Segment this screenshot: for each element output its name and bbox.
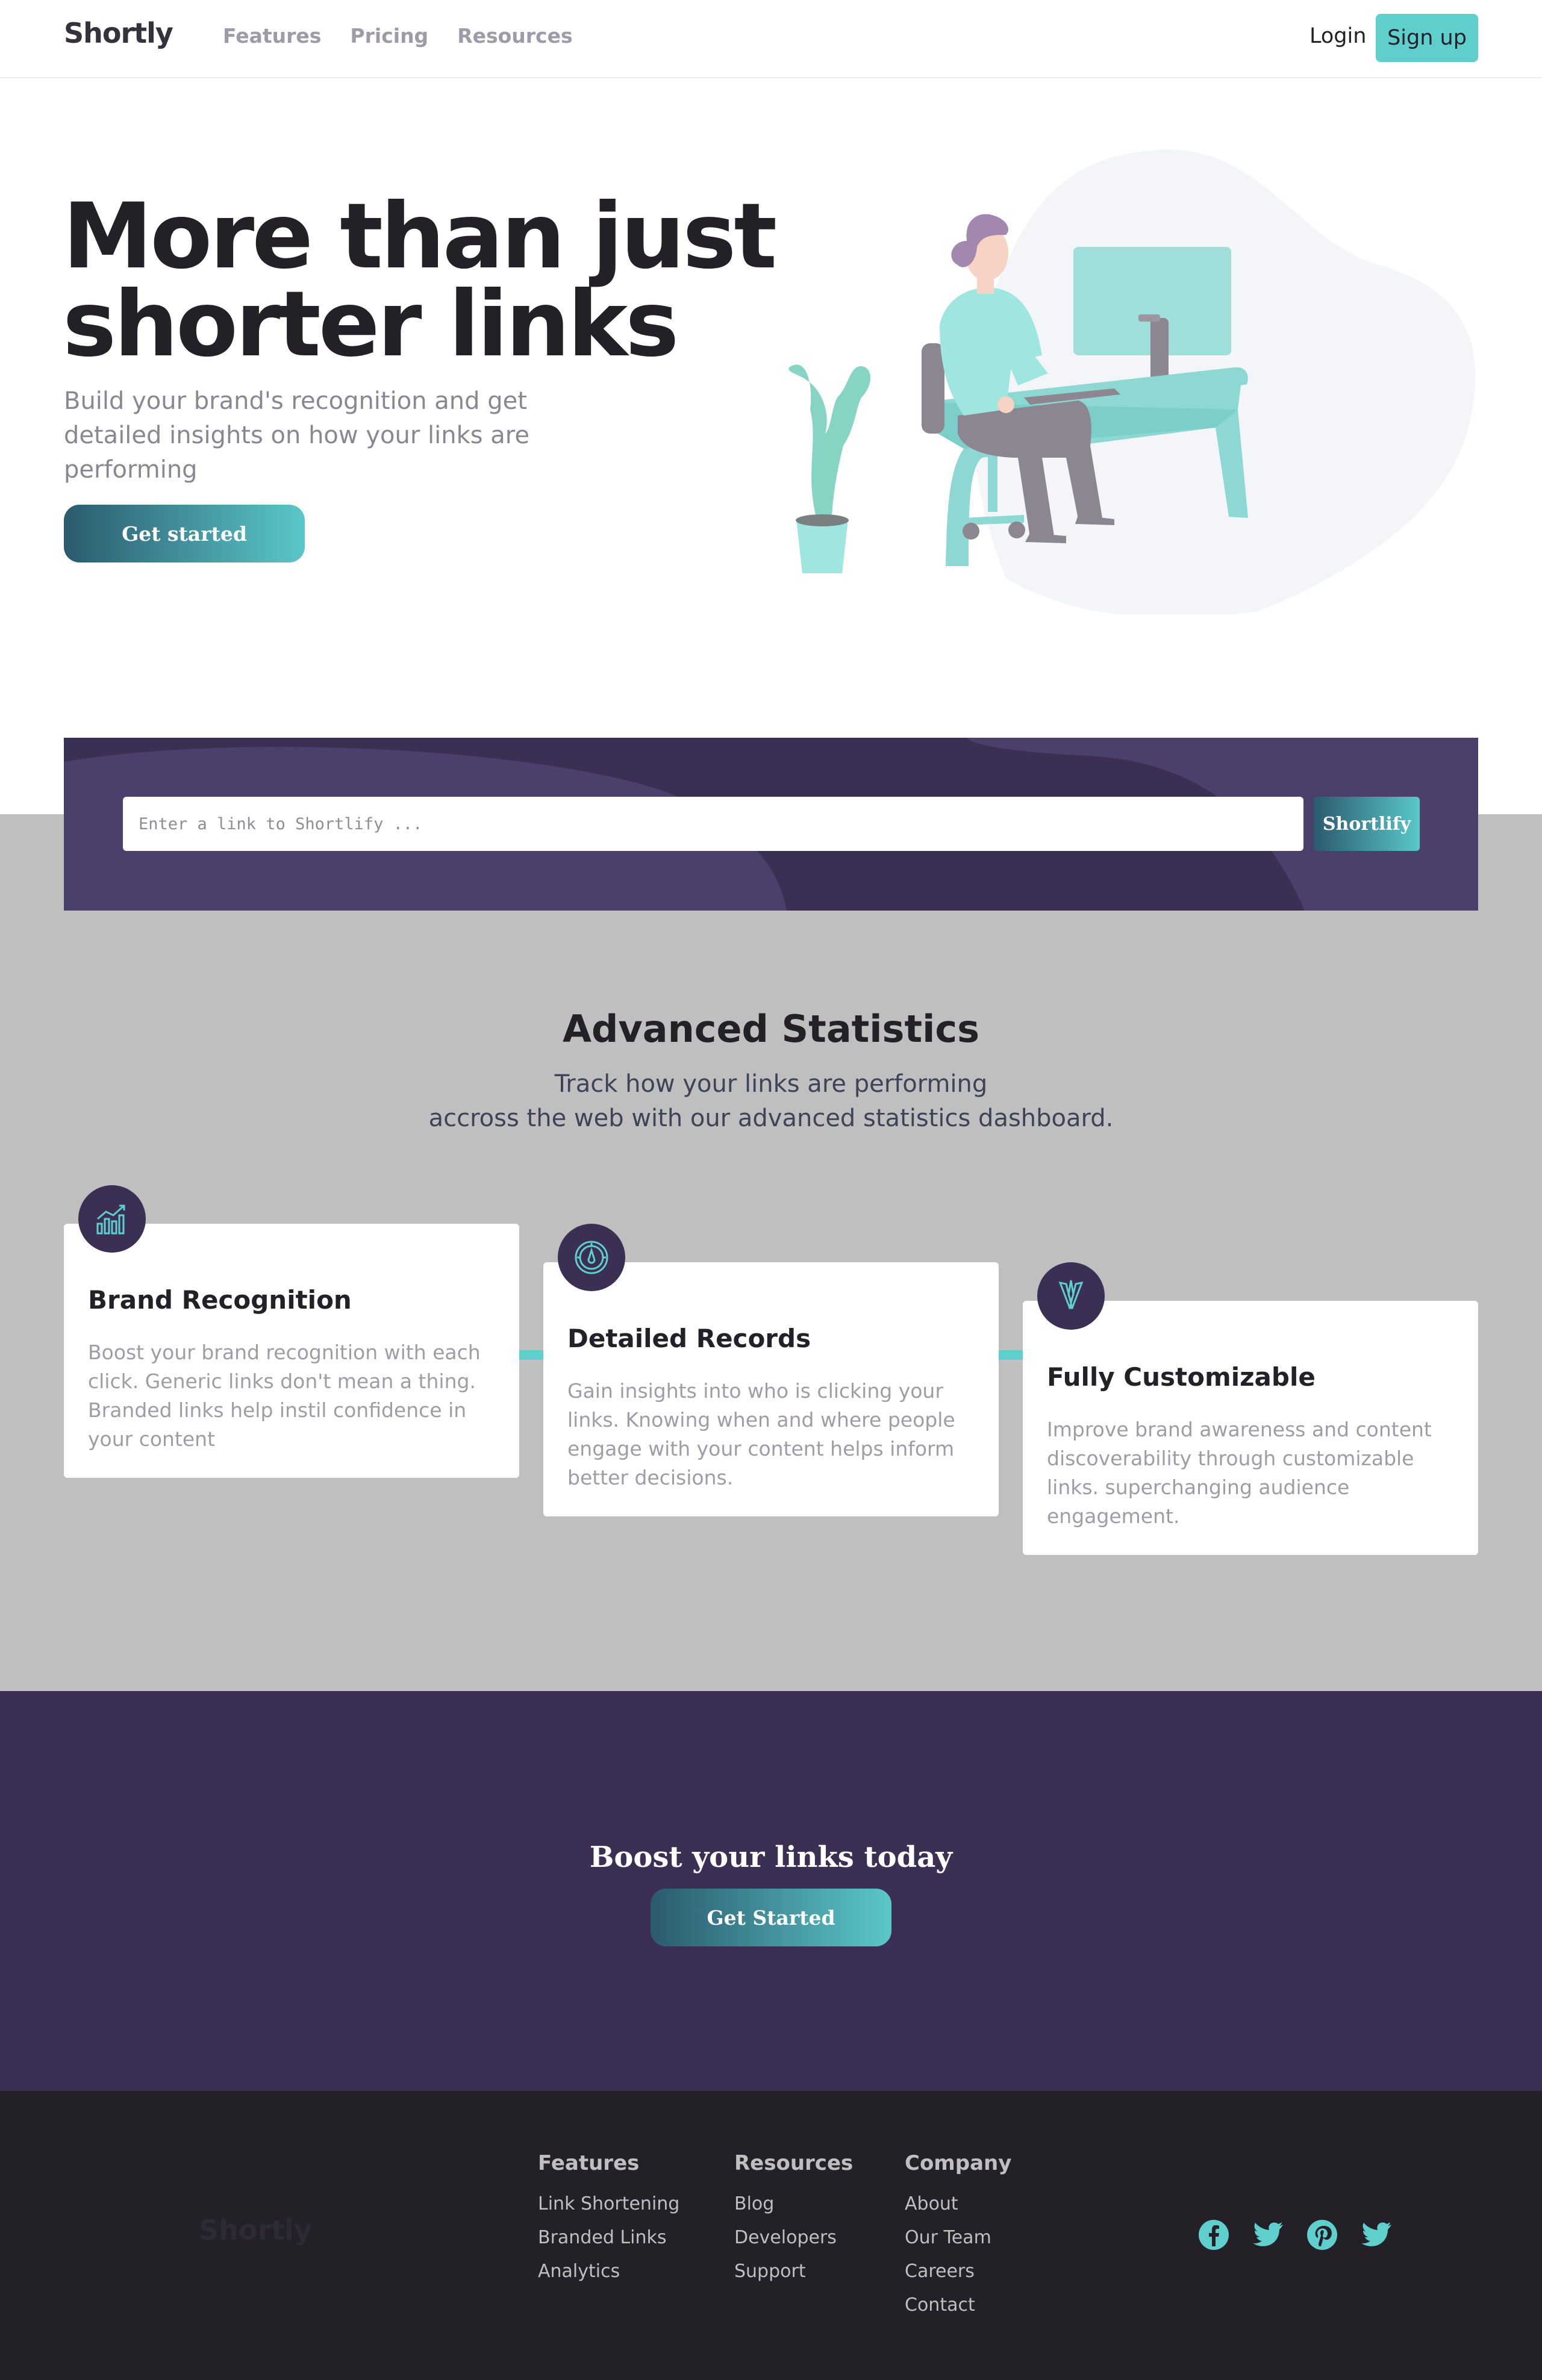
brush-pens-icon (1037, 1262, 1105, 1330)
footer-link[interactable]: Blog (734, 2193, 853, 2227)
boost-section: Boost your links today Get Started (0, 1691, 1542, 2091)
card-connector (999, 1350, 1024, 1360)
footer-link[interactable]: Our Team (905, 2227, 1011, 2261)
twitter-icon[interactable] (1360, 2219, 1393, 2251)
boost-title: Boost your links today (589, 1840, 953, 1874)
feature-card-detailed-records: Detailed Records Gain insights into who … (543, 1224, 999, 1516)
footer-link[interactable]: Link Shortening (538, 2193, 679, 2227)
feature-card-fully-customizable: Fully Customizable Improve brand awarene… (1023, 1262, 1478, 1555)
footer-link[interactable]: Support (734, 2261, 853, 2294)
link-url-input[interactable] (123, 797, 1303, 851)
card-title: Fully Customizable (1047, 1362, 1316, 1392)
login-link[interactable]: Login (1309, 24, 1366, 48)
footer-column-resources: Resources Blog Developers Support (734, 2151, 853, 2294)
nav-pricing-link[interactable]: Pricing (350, 24, 428, 48)
site-header: Shortly Features Pricing Resources Login… (0, 0, 1542, 78)
footer-column-title: Features (538, 2151, 640, 2175)
footer-column-company: Company About Our Team Careers Contact (905, 2151, 1011, 2328)
footer-column-title: Resources (734, 2151, 854, 2175)
footer-link[interactable]: Analytics (538, 2261, 679, 2294)
gauge-icon (558, 1224, 625, 1291)
card-text: Improve brand awareness and content disc… (1047, 1418, 1432, 1528)
card-text: Gain insights into who is clicking your … (567, 1379, 955, 1489)
card-text: Boost your brand recognition with each c… (88, 1341, 481, 1451)
shorten-form: Shortlify (64, 738, 1478, 911)
shortlify-button[interactable]: Shortlify (1314, 797, 1420, 851)
card-title: Detailed Records (567, 1324, 811, 1353)
footer-column-features: Features Link Shortening Branded Links A… (538, 2151, 679, 2294)
site-footer: Shortly Features Link Shortening Branded… (0, 2091, 1542, 2380)
signup-button[interactable]: Sign up (1376, 14, 1478, 62)
person-working-illustration (788, 149, 1476, 614)
facebook-icon[interactable] (1197, 2219, 1230, 2251)
chart-bars-icon (78, 1185, 146, 1253)
logo[interactable]: Shortly (64, 17, 173, 49)
footer-link[interactable]: Developers (734, 2227, 853, 2261)
statistics-subtitle: Track how your links are performing accr… (349, 1067, 1193, 1136)
twitter-icon[interactable] (1252, 2219, 1284, 2251)
statistics-title: Advanced Statistics (563, 1007, 979, 1051)
boost-get-started-button[interactable]: Get Started (651, 1889, 891, 1946)
footer-link[interactable]: Contact (905, 2294, 1011, 2328)
plant-leaves (788, 364, 870, 536)
hero-title: More than just shorter links (63, 184, 777, 377)
footer-logo[interactable]: Shortly (199, 2214, 312, 2246)
statistics-subtitle-line2: accross the web with our advanced statis… (428, 1104, 1114, 1132)
main-nav: Features Pricing Resources (223, 24, 573, 48)
footer-link[interactable]: About (905, 2193, 1011, 2227)
card-connector (519, 1350, 545, 1360)
get-started-button[interactable]: Get started (64, 505, 305, 562)
footer-column-title: Company (905, 2151, 1012, 2175)
nav-resources-link[interactable]: Resources (457, 24, 572, 48)
footer-link[interactable]: Branded Links (538, 2227, 679, 2261)
feature-card-brand-recognition: Brand Recognition Boost your brand recog… (64, 1185, 519, 1478)
footer-link[interactable]: Careers (905, 2261, 1011, 2294)
statistics-subtitle-line1: Track how your links are performing (554, 1070, 988, 1098)
nav-features-link[interactable]: Features (223, 24, 321, 48)
chair-back (922, 343, 944, 434)
card-title: Brand Recognition (88, 1285, 352, 1315)
pinterest-icon[interactable] (1306, 2219, 1338, 2251)
hero-subtitle: Build your brand's recognition and get d… (64, 387, 529, 484)
